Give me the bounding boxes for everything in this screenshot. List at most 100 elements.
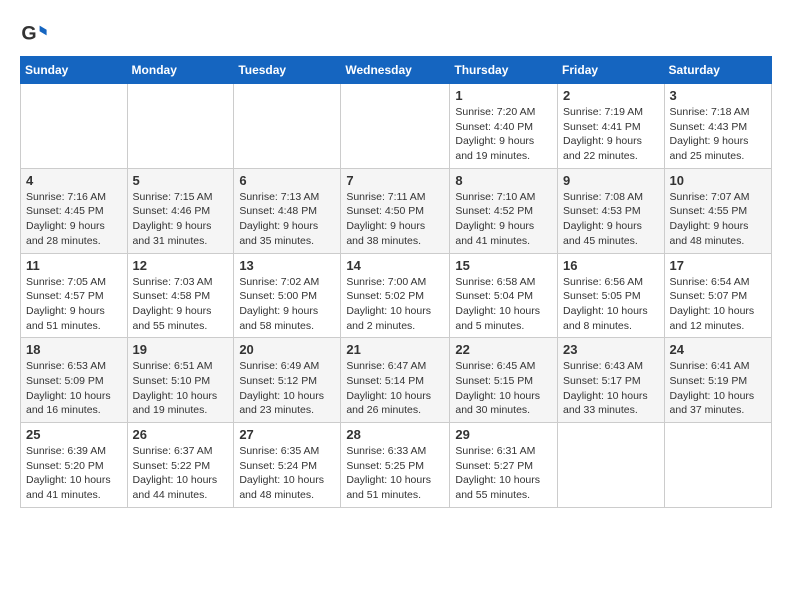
day-info: Sunrise: 7:02 AMSunset: 5:00 PMDaylight:… bbox=[239, 275, 335, 334]
calendar-cell: 3 Sunrise: 7:18 AMSunset: 4:43 PMDaylight… bbox=[664, 84, 771, 169]
day-info: Sunrise: 7:05 AMSunset: 4:57 PMDaylight:… bbox=[26, 275, 122, 334]
day-info: Sunrise: 6:56 AMSunset: 5:05 PMDaylight:… bbox=[563, 275, 659, 334]
calendar-cell: 21 Sunrise: 6:47 AMSunset: 5:14 PMDayligh… bbox=[341, 338, 450, 423]
logo: G bbox=[20, 20, 50, 48]
calendar-table: SundayMondayTuesdayWednesdayThursdayFrid… bbox=[20, 56, 772, 508]
logo-icon: G bbox=[20, 20, 48, 48]
calendar-cell bbox=[127, 84, 234, 169]
day-info: Sunrise: 7:10 AMSunset: 4:52 PMDaylight:… bbox=[455, 190, 552, 249]
day-info: Sunrise: 6:49 AMSunset: 5:12 PMDaylight:… bbox=[239, 359, 335, 418]
day-number: 20 bbox=[239, 342, 335, 357]
calendar-week-row: 18 Sunrise: 6:53 AMSunset: 5:09 PMDayligh… bbox=[21, 338, 772, 423]
calendar-cell bbox=[341, 84, 450, 169]
calendar-cell: 22 Sunrise: 6:45 AMSunset: 5:15 PMDayligh… bbox=[450, 338, 558, 423]
day-info: Sunrise: 6:33 AMSunset: 5:25 PMDaylight:… bbox=[346, 444, 444, 503]
day-number: 15 bbox=[455, 258, 552, 273]
day-info: Sunrise: 6:41 AMSunset: 5:19 PMDaylight:… bbox=[670, 359, 766, 418]
day-info: Sunrise: 6:31 AMSunset: 5:27 PMDaylight:… bbox=[455, 444, 552, 503]
calendar-cell: 20 Sunrise: 6:49 AMSunset: 5:12 PMDayligh… bbox=[234, 338, 341, 423]
day-info: Sunrise: 6:58 AMSunset: 5:04 PMDaylight:… bbox=[455, 275, 552, 334]
calendar-cell: 26Sunrise: 6:37 AMSunset: 5:22 PMDayligh… bbox=[127, 423, 234, 508]
day-info: Sunrise: 7:03 AMSunset: 4:58 PMDaylight:… bbox=[133, 275, 229, 334]
day-number: 17 bbox=[670, 258, 766, 273]
day-info: Sunrise: 6:53 AMSunset: 5:09 PMDaylight:… bbox=[26, 359, 122, 418]
calendar-cell: 4 Sunrise: 7:16 AMSunset: 4:45 PMDaylight… bbox=[21, 168, 128, 253]
day-number: 19 bbox=[133, 342, 229, 357]
day-number: 16 bbox=[563, 258, 659, 273]
day-number: 1 bbox=[455, 88, 552, 103]
day-info: Sunrise: 7:11 AMSunset: 4:50 PMDaylight:… bbox=[346, 190, 444, 249]
day-info: Sunrise: 7:13 AMSunset: 4:48 PMDaylight:… bbox=[239, 190, 335, 249]
calendar-body: 1 Sunrise: 7:20 AMSunset: 4:40 PMDaylight… bbox=[21, 84, 772, 508]
calendar-cell: 5 Sunrise: 7:15 AMSunset: 4:46 PMDaylight… bbox=[127, 168, 234, 253]
day-number: 14 bbox=[346, 258, 444, 273]
calendar-week-row: 25Sunrise: 6:39 AMSunset: 5:20 PMDayligh… bbox=[21, 423, 772, 508]
day-info: Sunrise: 6:45 AMSunset: 5:15 PMDaylight:… bbox=[455, 359, 552, 418]
day-info: Sunrise: 7:07 AMSunset: 4:55 PMDaylight:… bbox=[670, 190, 766, 249]
calendar-cell: 14 Sunrise: 7:00 AMSunset: 5:02 PMDayligh… bbox=[341, 253, 450, 338]
day-number: 27 bbox=[239, 427, 335, 442]
calendar-cell: 28 Sunrise: 6:33 AMSunset: 5:25 PMDayligh… bbox=[341, 423, 450, 508]
calendar-cell: 10Sunrise: 7:07 AMSunset: 4:55 PMDayligh… bbox=[664, 168, 771, 253]
calendar-cell: 18 Sunrise: 6:53 AMSunset: 5:09 PMDayligh… bbox=[21, 338, 128, 423]
day-number: 11 bbox=[26, 258, 122, 273]
calendar-cell: 12 Sunrise: 7:03 AMSunset: 4:58 PMDayligh… bbox=[127, 253, 234, 338]
day-header-friday: Friday bbox=[558, 57, 665, 84]
calendar-week-row: 1 Sunrise: 7:20 AMSunset: 4:40 PMDaylight… bbox=[21, 84, 772, 169]
svg-text:G: G bbox=[21, 23, 36, 45]
day-info: Sunrise: 7:16 AMSunset: 4:45 PMDaylight:… bbox=[26, 190, 122, 249]
day-info: Sunrise: 7:18 AMSunset: 4:43 PMDaylight:… bbox=[670, 105, 766, 164]
day-info: Sunrise: 6:35 AMSunset: 5:24 PMDaylight:… bbox=[239, 444, 335, 503]
day-number: 25 bbox=[26, 427, 122, 442]
calendar-header-row: SundayMondayTuesdayWednesdayThursdayFrid… bbox=[21, 57, 772, 84]
day-number: 5 bbox=[133, 173, 229, 188]
day-info: Sunrise: 6:47 AMSunset: 5:14 PMDaylight:… bbox=[346, 359, 444, 418]
day-info: Sunrise: 6:54 AMSunset: 5:07 PMDaylight:… bbox=[670, 275, 766, 334]
day-header-monday: Monday bbox=[127, 57, 234, 84]
calendar-cell: 17 Sunrise: 6:54 AMSunset: 5:07 PMDayligh… bbox=[664, 253, 771, 338]
calendar-cell: 16 Sunrise: 6:56 AMSunset: 5:05 PMDayligh… bbox=[558, 253, 665, 338]
day-info: Sunrise: 7:00 AMSunset: 5:02 PMDaylight:… bbox=[346, 275, 444, 334]
day-number: 2 bbox=[563, 88, 659, 103]
calendar-cell bbox=[21, 84, 128, 169]
calendar-cell: 8 Sunrise: 7:10 AMSunset: 4:52 PMDaylight… bbox=[450, 168, 558, 253]
calendar-cell: 1 Sunrise: 7:20 AMSunset: 4:40 PMDaylight… bbox=[450, 84, 558, 169]
calendar-cell: 29 Sunrise: 6:31 AMSunset: 5:27 PMDayligh… bbox=[450, 423, 558, 508]
calendar-cell bbox=[664, 423, 771, 508]
day-number: 3 bbox=[670, 88, 766, 103]
day-header-thursday: Thursday bbox=[450, 57, 558, 84]
calendar-cell: 9Sunrise: 7:08 AMSunset: 4:53 PMDaylight… bbox=[558, 168, 665, 253]
day-number: 4 bbox=[26, 173, 122, 188]
day-number: 28 bbox=[346, 427, 444, 442]
calendar-cell: 15 Sunrise: 6:58 AMSunset: 5:04 PMDayligh… bbox=[450, 253, 558, 338]
day-number: 13 bbox=[239, 258, 335, 273]
calendar-cell: 11 Sunrise: 7:05 AMSunset: 4:57 PMDayligh… bbox=[21, 253, 128, 338]
day-number: 7 bbox=[346, 173, 444, 188]
day-header-wednesday: Wednesday bbox=[341, 57, 450, 84]
calendar-cell: 27 Sunrise: 6:35 AMSunset: 5:24 PMDayligh… bbox=[234, 423, 341, 508]
day-info: Sunrise: 7:15 AMSunset: 4:46 PMDaylight:… bbox=[133, 190, 229, 249]
calendar-week-row: 4 Sunrise: 7:16 AMSunset: 4:45 PMDaylight… bbox=[21, 168, 772, 253]
day-header-sunday: Sunday bbox=[21, 57, 128, 84]
day-number: 6 bbox=[239, 173, 335, 188]
calendar-week-row: 11 Sunrise: 7:05 AMSunset: 4:57 PMDayligh… bbox=[21, 253, 772, 338]
calendar-cell: 2 Sunrise: 7:19 AMSunset: 4:41 PMDaylight… bbox=[558, 84, 665, 169]
day-header-saturday: Saturday bbox=[664, 57, 771, 84]
day-number: 22 bbox=[455, 342, 552, 357]
day-info: Sunrise: 7:19 AMSunset: 4:41 PMDaylight:… bbox=[563, 105, 659, 164]
day-number: 18 bbox=[26, 342, 122, 357]
calendar-cell: 25Sunrise: 6:39 AMSunset: 5:20 PMDayligh… bbox=[21, 423, 128, 508]
day-number: 8 bbox=[455, 173, 552, 188]
calendar-cell: 6 Sunrise: 7:13 AMSunset: 4:48 PMDaylight… bbox=[234, 168, 341, 253]
day-number: 29 bbox=[455, 427, 552, 442]
day-number: 21 bbox=[346, 342, 444, 357]
calendar-cell bbox=[558, 423, 665, 508]
day-info: Sunrise: 7:08 AMSunset: 4:53 PMDaylight:… bbox=[563, 190, 659, 249]
day-info: Sunrise: 7:20 AMSunset: 4:40 PMDaylight:… bbox=[455, 105, 552, 164]
day-info: Sunrise: 6:43 AMSunset: 5:17 PMDaylight:… bbox=[563, 359, 659, 418]
page-header: G bbox=[20, 16, 772, 48]
day-number: 26 bbox=[133, 427, 229, 442]
calendar-cell bbox=[234, 84, 341, 169]
calendar-cell: 19Sunrise: 6:51 AMSunset: 5:10 PMDayligh… bbox=[127, 338, 234, 423]
day-number: 12 bbox=[133, 258, 229, 273]
